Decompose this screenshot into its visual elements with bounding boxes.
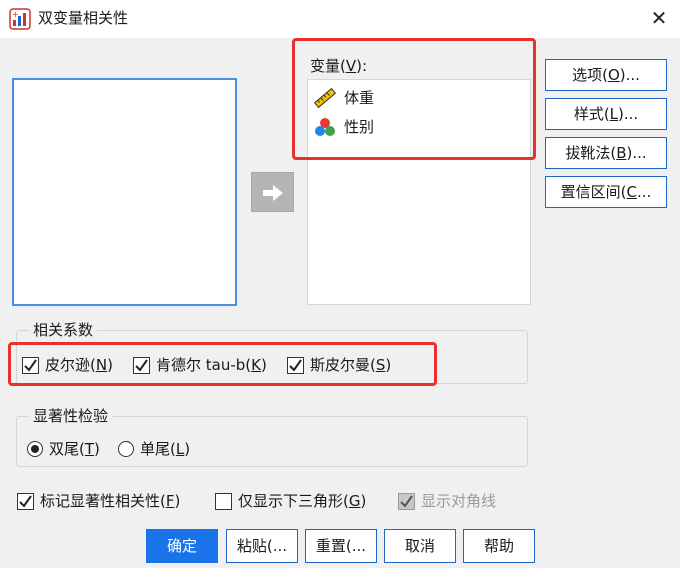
style-button[interactable]: 样式(L)... [545, 98, 667, 130]
spss-app-icon: + [9, 8, 31, 30]
title-bar: + 双变量相关性 ✕ [0, 0, 680, 38]
options-button[interactable]: 选项(O)... [545, 59, 667, 91]
svg-text:+: + [12, 10, 19, 19]
show-diagonal-label: 显示对角线 [421, 492, 497, 510]
one-tailed-label[interactable]: 单尾(L) [140, 439, 190, 459]
confidence-interval-button[interactable]: 置信区间(C... [545, 176, 667, 208]
help-button[interactable]: 帮助 [463, 529, 535, 563]
show-diagonal-checkbox [398, 493, 415, 510]
two-tailed-label[interactable]: 双尾(T) [49, 439, 100, 459]
reset-button[interactable]: 重置(... [305, 529, 377, 563]
highlight-box-coefficients [8, 342, 437, 386]
check-icon [400, 495, 413, 508]
correlation-coefficients-legend: 相关系数 [29, 320, 98, 340]
lower-triangle-checkbox[interactable] [215, 493, 232, 510]
bootstrap-button[interactable]: 拔靴法(B)... [545, 137, 667, 169]
two-tailed-radio[interactable] [27, 441, 43, 457]
one-tailed-radio[interactable] [118, 441, 134, 457]
move-variable-button[interactable] [251, 172, 294, 212]
ok-button[interactable]: 确定 [146, 529, 218, 563]
highlight-box-variables [292, 38, 536, 160]
source-variable-list[interactable] [12, 78, 237, 306]
check-icon [19, 495, 32, 508]
window-title: 双变量相关性 [38, 9, 129, 27]
significance-test-legend: 显著性检验 [29, 406, 113, 426]
right-arrow-icon [263, 185, 283, 201]
close-icon[interactable]: ✕ [644, 4, 674, 32]
lower-triangle-label[interactable]: 仅显示下三角形(G) [238, 491, 366, 511]
cancel-button[interactable]: 取消 [384, 529, 456, 563]
flag-significant-label[interactable]: 标记显著性相关性(F) [40, 491, 180, 511]
paste-button[interactable]: 粘贴(... [226, 529, 298, 563]
flag-significant-checkbox[interactable] [17, 493, 34, 510]
